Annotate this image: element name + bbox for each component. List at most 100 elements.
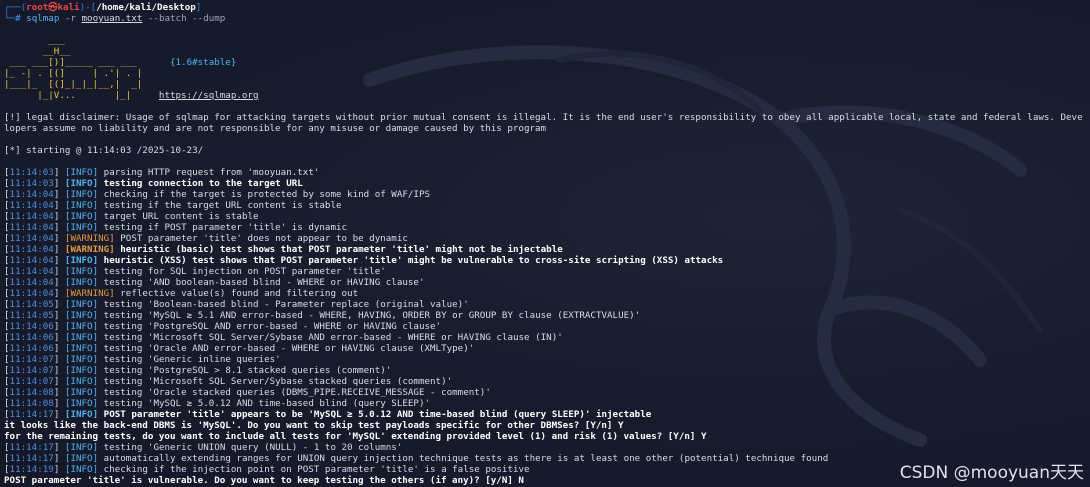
log-level: [INFO] <box>64 222 99 233</box>
sqlmap-url-link[interactable]: https://sqlmap.org <box>159 90 259 101</box>
logo-line: |___|_ [(]_|_|_|__,| _| <box>4 79 143 90</box>
log-line: [11:14:04] [INFO] testing if the target … <box>4 200 342 211</box>
log-message: POST parameter 'title' appears to be 'My… <box>103 409 652 420</box>
log-line: [11:14:04] [INFO] target URL content is … <box>4 211 259 222</box>
log-line: [11:14:07] [INFO] testing 'Microsoft SQL… <box>4 376 453 387</box>
log-level: [INFO] <box>64 442 99 453</box>
log-message: testing 'MySQL ≥ 5.0.12 AND time-based b… <box>103 398 431 409</box>
log-message: checking if the injection point on POST … <box>103 464 530 475</box>
disclaimer-line: [!] legal disclaimer: Usage of sqlmap fo… <box>4 112 1083 123</box>
log-timestamp: 11:14:05 <box>9 299 54 310</box>
question-line: it looks like the back-end DBMS is 'MySQ… <box>4 420 624 431</box>
log-line: [11:14:04] [INFO] checking if the target… <box>4 189 431 200</box>
terminal-window[interactable]: ┌──(root㉿kali)-[/home/kali/Desktop] └─# … <box>0 0 1090 487</box>
log-line: [11:14:04] [INFO] testing for SQL inject… <box>4 266 386 277</box>
log-timestamp: 11:14:04 <box>9 244 54 255</box>
log-line: [11:14:06] [INFO] testing 'Microsoft SQL… <box>4 332 563 343</box>
log-level: [INFO] <box>64 255 99 266</box>
log-message: POST parameter 'title' does not appear t… <box>120 233 408 244</box>
log-level: [INFO] <box>64 266 99 277</box>
log-timestamp: 11:14:04 <box>9 288 54 299</box>
terminal-output: ┌──(root㉿kali)-[/home/kali/Desktop] └─# … <box>4 2 1088 486</box>
log-level: [INFO] <box>64 200 99 211</box>
log-timestamp: 11:14:04 <box>9 266 54 277</box>
log-level: [INFO] <box>64 365 99 376</box>
log-line: [11:14:04] [INFO] heuristic (XSS) test s… <box>4 255 724 266</box>
log-level: [INFO] <box>64 321 99 332</box>
log-timestamp: 11:14:04 <box>9 222 54 233</box>
log-level: [INFO] <box>64 189 99 200</box>
log-timestamp: 11:14:04 <box>9 211 54 222</box>
log-line: [11:14:04] [INFO] testing if POST parame… <box>4 222 348 233</box>
log-level: [INFO] <box>64 453 99 464</box>
log-message: automatically extending ranges for UNION… <box>103 453 829 464</box>
log-timestamp: 11:14:07 <box>9 354 54 365</box>
log-message: testing 'Oracle stacked queries (DBMS_PI… <box>103 387 491 398</box>
log-message: testing 'Generic UNION query (NULL) - 1 … <box>103 442 403 453</box>
log-message: testing connection to the target URL <box>103 178 303 189</box>
logo-line: __H__ <box>4 46 71 57</box>
log-line: [11:14:07] [INFO] testing 'PostgreSQL > … <box>4 365 392 376</box>
log-message: testing 'Boolean-based blind - Parameter… <box>103 299 469 310</box>
log-message: testing for SQL injection on POST parame… <box>103 266 386 277</box>
logo-line: |_ -| . [(] | .'| . | <box>4 68 143 79</box>
starting-line: [*] starting @ 11:14:03 /2025-10-23/ <box>4 145 204 156</box>
log-message: testing 'Oracle AND error-based - WHERE … <box>103 343 475 354</box>
log-level: [INFO] <box>64 211 99 222</box>
log-message: heuristic (XSS) test shows that POST par… <box>103 255 724 266</box>
log-timestamp: 11:14:07 <box>9 376 54 387</box>
log-block: [11:14:03] [INFO] parsing HTTP request f… <box>4 167 1088 420</box>
log-timestamp: 11:14:04 <box>9 200 54 211</box>
log-message: checking if the target is protected by s… <box>103 189 431 200</box>
log-line: [11:14:05] [INFO] testing 'MySQL ≥ 5.1 A… <box>4 310 641 321</box>
log-timestamp: 11:14:17 <box>9 453 54 464</box>
log-level: [INFO] <box>64 332 99 343</box>
log-line: [11:14:04] [WARNING] reflective value(s)… <box>4 288 359 299</box>
log-line: [11:14:03] [INFO] parsing HTTP request f… <box>4 167 320 178</box>
sqlmap-logo: ___ __H__ ___ ___[)]_____ ___ ___ {1.6#s… <box>4 35 1088 101</box>
log-message: testing 'MySQL ≥ 5.1 AND error-based - W… <box>103 310 641 321</box>
log-line: [11:14:04] [INFO] testing 'AND boolean-b… <box>4 277 425 288</box>
log-level: [WARNING] <box>64 244 115 255</box>
log-timestamp: 11:14:17 <box>9 409 54 420</box>
log-timestamp: 11:14:04 <box>9 189 54 200</box>
log-timestamp: 11:14:06 <box>9 332 54 343</box>
log-timestamp: 11:14:05 <box>9 310 54 321</box>
log-message: target URL content is stable <box>103 211 259 222</box>
logo-line: |_|V... |_| https://sqlmap.org <box>4 90 259 101</box>
prompt-header: ┌──(root㉿kali)-[/home/kali/Desktop] <box>4 2 202 13</box>
log-timestamp: 11:14:06 <box>9 321 54 332</box>
prompt-user: root㉿kali <box>26 2 80 13</box>
logo-line: ___ <box>4 35 65 46</box>
log-line: [11:14:08] [INFO] testing 'MySQL ≥ 5.0.1… <box>4 398 431 409</box>
command-line[interactable]: └─# sqlmap -r mooyuan.txt --batch --dump <box>4 13 1088 24</box>
log-timestamp: 11:14:19 <box>9 464 54 475</box>
command-name: sqlmap <box>26 13 60 24</box>
log-timestamp: 11:14:08 <box>9 387 54 398</box>
log-line: [11:14:05] [INFO] testing 'Boolean-based… <box>4 299 469 310</box>
log-level: [INFO] <box>64 409 99 420</box>
log-message: reflective value(s) found and filtering … <box>120 288 359 299</box>
log-line: [11:14:08] [INFO] testing 'Oracle stacke… <box>4 387 491 398</box>
log-timestamp: 11:14:08 <box>9 398 54 409</box>
log-level: [INFO] <box>64 299 99 310</box>
prompt-cwd: /home/kali/Desktop <box>96 2 196 13</box>
version-label: {1.6#stable} <box>169 57 237 68</box>
log-timestamp: 11:14:04 <box>9 255 54 266</box>
log-level: [INFO] <box>64 178 99 189</box>
log-level: [INFO] <box>64 387 99 398</box>
log-message: testing 'PostgreSQL AND error-based - WH… <box>103 321 442 332</box>
logo-line: ___ ___[)]_____ ___ ___ {1.6#stable} <box>4 57 237 68</box>
log-line: [11:14:07] [INFO] testing 'Generic inlin… <box>4 354 281 365</box>
log-line: [11:14:03] [INFO] testing connection to … <box>4 178 303 189</box>
log-level: [INFO] <box>64 167 99 178</box>
log-timestamp: 11:14:07 <box>9 365 54 376</box>
log-line: [11:14:06] [INFO] testing 'PostgreSQL AN… <box>4 321 442 332</box>
csdn-watermark: CSDN @mooyuan天天 <box>899 463 1084 483</box>
log-line: [11:14:17] [INFO] POST parameter 'title'… <box>4 409 652 420</box>
log-message: testing 'PostgreSQL > 8.1 stacked querie… <box>103 365 392 376</box>
log-timestamp: 11:14:03 <box>9 167 54 178</box>
log-level: [INFO] <box>64 277 99 288</box>
log-message: testing 'AND boolean-based blind - WHERE… <box>103 277 425 288</box>
log-level: [WARNING] <box>64 233 115 244</box>
